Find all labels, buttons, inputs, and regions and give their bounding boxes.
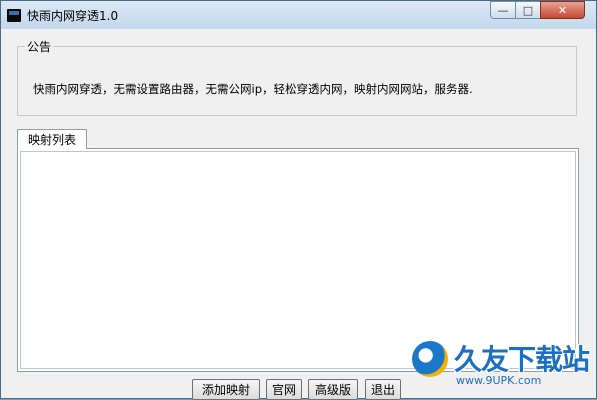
watermark-brand: 久友下载站 — [454, 343, 590, 376]
official-site-button[interactable]: 官网 — [266, 379, 302, 400]
title-bar[interactable]: 快雨内网穿透1.0 — □ ✕ — [1, 1, 596, 29]
watermark-url: www.9UPK.com — [456, 374, 542, 387]
tab-mapping-list[interactable]: 映射列表 — [17, 129, 87, 149]
app-icon — [7, 9, 21, 22]
notice-group-title: 公告 — [25, 38, 54, 55]
exit-button[interactable]: 退出 — [365, 379, 401, 400]
advanced-version-button[interactable]: 高级版 — [308, 379, 358, 400]
watermark: 久友下载站 www.9UPK.com — [412, 338, 592, 390]
watermark-logo-icon — [412, 341, 448, 377]
mapping-list[interactable] — [20, 151, 576, 369]
notice-groupbox: 公告 快雨内网穿透，无需设置路由器，无需公网ip，轻松穿透内网，映射内网网站，服… — [17, 38, 577, 116]
minimize-button[interactable]: — — [490, 1, 516, 19]
close-button[interactable]: ✕ — [540, 1, 585, 19]
window-title: 快雨内网穿透1.0 — [27, 9, 119, 23]
add-mapping-button[interactable]: 添加映射 — [192, 379, 260, 400]
maximize-button[interactable]: □ — [515, 1, 541, 19]
notice-text: 快雨内网穿透，无需设置路由器，无需公网ip，轻松穿透内网，映射内网网站，服务器. — [33, 82, 473, 96]
